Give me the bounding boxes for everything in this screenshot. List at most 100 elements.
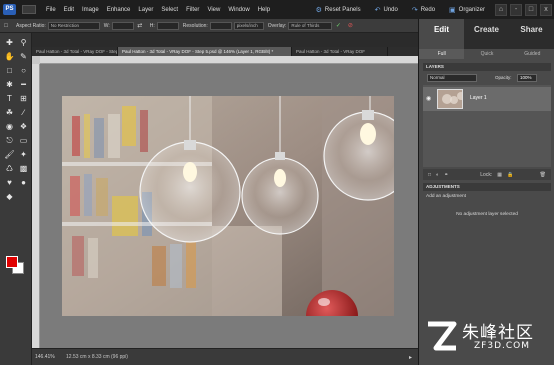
watermark: 朱峰社区 ZF3D.COM	[424, 318, 552, 362]
marquee-tool-icon[interactable]: □	[3, 65, 16, 77]
lock-label: Lock:	[480, 171, 493, 178]
redo-button[interactable]: ↷ Redo	[405, 6, 442, 14]
tab-edit[interactable]: Edit	[419, 19, 464, 49]
home-icon[interactable]: ⌂	[495, 3, 507, 16]
adjustment-layer-icon[interactable]: ◐	[436, 172, 439, 178]
undo-button[interactable]: ↶ Undo	[368, 6, 405, 14]
menu-enhance[interactable]: Enhance	[103, 7, 135, 13]
tab-guided[interactable]: Guided	[510, 49, 554, 59]
link-layer-icon[interactable]: ⚭	[444, 172, 448, 178]
status-menu-arrow-icon[interactable]: ▸	[409, 354, 412, 361]
selection-brush-tool-icon[interactable]: ━	[17, 79, 30, 91]
maximize-button[interactable]: □	[525, 3, 537, 16]
document-size-info: 12.53 cm x 8.33 cm (96 ppi)	[66, 354, 128, 360]
menu-bar: PS File Edit Image Enhance Layer Select …	[0, 0, 554, 19]
panel-bin: Edit Create Share Full Quick Guided LAYE…	[418, 19, 554, 365]
menu-view[interactable]: View	[203, 7, 224, 13]
blur-tool-icon[interactable]: ●	[17, 177, 30, 189]
crop-tool-icon[interactable]: □	[0, 23, 12, 29]
text-tool-icon[interactable]: T	[3, 93, 16, 105]
tab-full[interactable]: Full	[419, 49, 465, 59]
eyedropper-tool-icon[interactable]: ✎	[17, 51, 30, 63]
overlay-label: Overlay:	[267, 22, 287, 29]
menu-select[interactable]: Select	[157, 7, 182, 13]
watermark-site-text: ZF3D.COM	[474, 341, 530, 351]
reset-panels-label: Reset Panels	[324, 6, 361, 13]
menu-help[interactable]: Help	[254, 7, 274, 13]
status-bar: 146.41% 12.53 cm x 8.33 cm (96 ppi) ▸	[32, 348, 418, 365]
aspect-ratio-label: Aspect Ratio:	[16, 22, 46, 29]
resolution-label: Resolution:	[182, 22, 208, 29]
clone-stamp-tool-icon[interactable]: ⎋	[3, 135, 16, 147]
foreground-color-swatch[interactable]	[6, 256, 18, 268]
resolution-field[interactable]	[209, 21, 232, 30]
zf3d-logo-icon	[428, 321, 457, 351]
menu-edit[interactable]: Edit	[60, 7, 78, 13]
zoom-tool-icon[interactable]: ⚲	[17, 37, 30, 49]
tab-document-step4[interactable]: Paul Hatton - 3d Total - VRay DOF - Step…	[32, 47, 118, 56]
add-adjustment-label: Add an adjustment	[426, 194, 467, 199]
lock-transparency-icon[interactable]: ▦	[497, 172, 502, 178]
resolution-unit-select[interactable]: pixels/inch	[233, 21, 264, 30]
lasso-tool-icon[interactable]: ○	[17, 65, 30, 77]
new-layer-icon[interactable]: □	[428, 172, 431, 178]
delete-layer-icon[interactable]: 🗑	[540, 172, 546, 178]
gradient-tool-icon[interactable]: ▩	[17, 163, 30, 175]
width-field[interactable]	[111, 21, 134, 30]
layer-list: ◉ Layer 1	[423, 85, 551, 167]
crop-tool-icon-box[interactable]: ⊞	[17, 93, 30, 105]
tab-create[interactable]: Create	[464, 19, 509, 49]
tool-options-bar: □ Aspect Ratio: No Restriction W: ⇄ H: R…	[0, 19, 418, 33]
visibility-eye-icon[interactable]: ◉	[426, 95, 431, 102]
move-tool-icon[interactable]: ✚	[3, 37, 16, 49]
organizer-button[interactable]: ▣ Organizer	[442, 6, 492, 14]
adjustments-panel-header[interactable]: ADJUSTMENTS	[423, 183, 551, 191]
reset-panels-button[interactable]: ⚙ Reset Panels	[309, 6, 368, 14]
canvas-area[interactable]	[40, 64, 418, 348]
edit-mode-tabs: Full Quick Guided	[419, 49, 554, 59]
menu-filter[interactable]: Filter	[182, 7, 203, 13]
overlay-select[interactable]: Rule of Thirds	[288, 21, 333, 30]
tab-document-vray[interactable]: Paul Hatton - 3d Total - VRay DOF	[292, 47, 388, 56]
toolbox: ✚ ⚲ ✋ ✎ □ ○ ✱ ━ T ⊞ ☘ ∕ ◉ ❖ ⎋ ▭ 🖌 ✦ ♺ ▩ …	[0, 33, 32, 365]
lock-all-icon[interactable]: 🔒	[507, 172, 513, 178]
tab-share[interactable]: Share	[509, 19, 554, 49]
watermark-chinese-text: 朱峰社区	[462, 323, 534, 343]
straighten-tool-icon[interactable]: ∕	[17, 107, 30, 119]
magic-wand-tool-icon[interactable]: ✱	[3, 79, 16, 91]
brush-tool-icon[interactable]: 🖌	[3, 149, 16, 161]
undo-label: Undo	[383, 6, 398, 13]
paint-bucket-tool-icon[interactable]: ♺	[3, 163, 16, 175]
menu-image[interactable]: Image	[78, 7, 103, 13]
zoom-level[interactable]: 146.41%	[32, 354, 60, 360]
cancel-icon[interactable]: ⊘	[344, 22, 356, 29]
shape-tool-icon[interactable]: ♥	[3, 177, 16, 189]
close-button[interactable]: x	[540, 3, 552, 16]
menu-window[interactable]: Window	[224, 7, 253, 13]
blend-mode-select[interactable]: Normal	[427, 74, 477, 82]
sponge-tool-icon[interactable]: ◆	[3, 191, 16, 203]
horizontal-ruler	[40, 56, 418, 64]
eraser-tool-icon[interactable]: ▭	[17, 135, 30, 147]
menu-layer[interactable]: Layer	[134, 7, 157, 13]
commit-icon[interactable]: ✓	[332, 22, 344, 29]
layer-row[interactable]: ◉ Layer 1	[423, 87, 551, 111]
minimize-button[interactable]: -	[510, 3, 522, 16]
tab-document-step5[interactable]: Paul Hatton - 3d Total - VRay DOF - Step…	[118, 47, 292, 56]
layers-panel-header[interactable]: LAYERS	[423, 63, 551, 71]
aspect-ratio-select[interactable]: No Restriction	[47, 21, 100, 30]
vertical-ruler	[32, 64, 40, 348]
screen-mode-button[interactable]	[22, 5, 36, 14]
layer-tools-bar: □ ◐ ⚭ Lock: ▦ 🔒 🗑	[423, 169, 551, 180]
cookie-cutter-tool-icon[interactable]: ☘	[3, 107, 16, 119]
opacity-field[interactable]: 100%	[517, 74, 537, 82]
hand-tool-icon[interactable]: ✋	[3, 51, 16, 63]
menu-file[interactable]: File	[42, 7, 60, 13]
height-field[interactable]	[156, 21, 179, 30]
swap-dimensions-icon[interactable]: ⇄	[134, 22, 146, 29]
red-eye-tool-icon[interactable]: ◉	[3, 121, 16, 133]
smart-brush-tool-icon[interactable]: ✦	[17, 149, 30, 161]
ruler-origin[interactable]	[32, 56, 40, 64]
spot-healing-tool-icon[interactable]: ❖	[17, 121, 30, 133]
tab-quick[interactable]: Quick	[464, 49, 509, 59]
